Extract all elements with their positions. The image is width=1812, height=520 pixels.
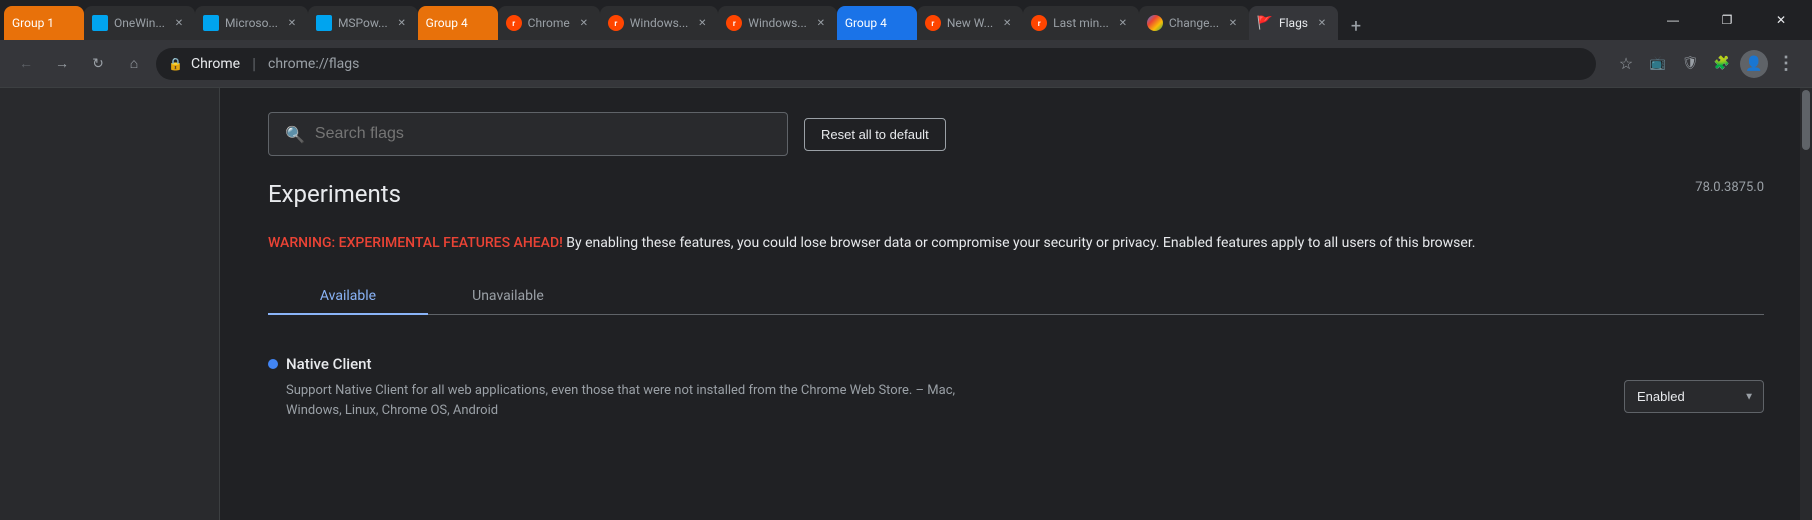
bookmark-icon[interactable]: ☆ — [1612, 50, 1640, 78]
site-name: Chrome — [191, 56, 240, 72]
version-text: 78.0.3875.0 — [1695, 180, 1764, 195]
puzzle-icon[interactable]: 🧩 — [1708, 50, 1736, 78]
tabs-bar: Group 1 OneWin... ✕ Microso... ✕ MSPow..… — [4, 0, 1808, 40]
scrollbar-track[interactable] — [1800, 88, 1812, 520]
reset-button[interactable]: Reset all to default — [804, 118, 946, 151]
close-button[interactable]: ✕ — [1758, 4, 1804, 36]
address-bar[interactable]: 🔒 Chrome | chrome://flags — [156, 48, 1596, 80]
tab-lastmin-label: Last min... — [1053, 16, 1109, 30]
reddit-favicon-3: r — [726, 15, 742, 31]
tab-windows1[interactable]: r Windows... ✕ — [600, 6, 719, 40]
tabs-nav: Available Unavailable — [268, 278, 1764, 315]
tab-change[interactable]: Change... ✕ — [1139, 6, 1249, 40]
tab-change-label: Change... — [1169, 16, 1219, 30]
tab-windows1-close[interactable]: ✕ — [694, 15, 710, 31]
search-bar[interactable]: 🔍 — [268, 112, 788, 156]
tab-neww[interactable]: r New W... ✕ — [917, 6, 1023, 40]
shield-icon[interactable]: 🛡 — [1676, 50, 1704, 78]
tab-lastmin[interactable]: r Last min... ✕ — [1023, 6, 1139, 40]
reddit-favicon-2: r — [608, 15, 624, 31]
tab-group4-orange-label: Group 4 — [426, 16, 490, 30]
home-button[interactable]: ⌂ — [120, 50, 148, 78]
flag-title: Native Client — [286, 355, 371, 373]
reddit-favicon: r — [506, 15, 522, 31]
tab-available[interactable]: Available — [268, 278, 428, 314]
tab-flags-label: Flags — [1279, 16, 1308, 30]
content-area: 🔍 Reset all to default Experiments 78.0.… — [220, 88, 1812, 520]
warning-text: By enabling these features, you could lo… — [566, 235, 1475, 251]
sidebar — [0, 88, 220, 520]
tab-flags-close[interactable]: ✕ — [1314, 15, 1330, 31]
tab-unavailable[interactable]: Unavailable — [428, 278, 588, 314]
tab-neww-close[interactable]: ✕ — [999, 15, 1015, 31]
search-row: 🔍 Reset all to default — [268, 112, 1764, 156]
toolbar-icons: ☆ 📺 🛡 🧩 👤 ⋮ — [1612, 50, 1800, 78]
flag-favicon: 🚩 — [1257, 15, 1273, 31]
tab-onewin-label: OneWin... — [114, 16, 165, 30]
address-bar-row: ← → ↻ ⌂ 🔒 Chrome | chrome://flags ☆ 📺 🛡 … — [0, 40, 1812, 88]
flag-dot — [268, 359, 278, 369]
ms-favicon — [92, 15, 108, 31]
scrollbar-thumb[interactable] — [1802, 90, 1810, 150]
tab-chrome-label: Chrome — [528, 16, 570, 30]
tab-windows1-label: Windows... — [630, 16, 689, 30]
menu-icon[interactable]: ⋮ — [1772, 50, 1800, 78]
warning-text-red: WARNING: EXPERIMENTAL FEATURES AHEAD! — [268, 235, 563, 251]
secure-icon: 🔒 — [168, 57, 183, 71]
minimize-button[interactable]: — — [1650, 4, 1696, 36]
window-controls: — ❐ ✕ — [1650, 0, 1804, 40]
flag-title-row: Native Client — [268, 355, 1764, 373]
tab-onewin[interactable]: OneWin... ✕ — [84, 6, 195, 40]
tab-microsoc[interactable]: Microso... ✕ — [195, 6, 308, 40]
search-input[interactable] — [315, 125, 771, 143]
tab-mspow[interactable]: MSPow... ✕ — [308, 6, 418, 40]
avatar-icon[interactable]: 👤 — [1740, 50, 1768, 78]
flag-select-wrapper[interactable]: Default Enabled Disabled — [1624, 380, 1764, 413]
tab-neww-label: New W... — [947, 16, 993, 30]
tab-group4-blue-label: Group 4 — [845, 16, 909, 30]
maximize-button[interactable]: ❐ — [1704, 4, 1750, 36]
ms-favicon-3 — [316, 15, 332, 31]
address-separator: | — [252, 54, 256, 73]
tab-lastmin-close[interactable]: ✕ — [1115, 15, 1131, 31]
tab-flags[interactable]: 🚩 Flags ✕ — [1249, 6, 1338, 40]
tab-group4-blue[interactable]: Group 4 — [837, 6, 917, 40]
address-url: chrome://flags — [268, 56, 359, 72]
tab-group1-label: Group 1 — [12, 16, 76, 30]
tab-windows2-close[interactable]: ✕ — [813, 15, 829, 31]
tab-chrome-close[interactable]: ✕ — [576, 15, 592, 31]
cast-icon[interactable]: 📺 — [1644, 50, 1672, 78]
tab-group4-orange[interactable]: Group 4 — [418, 6, 498, 40]
main-content: 🔍 Reset all to default Experiments 78.0.… — [0, 88, 1812, 520]
reddit-favicon-4: r — [925, 15, 941, 31]
title-bar: Group 1 OneWin... ✕ Microso... ✕ MSPow..… — [0, 0, 1812, 40]
warning-section: WARNING: EXPERIMENTAL FEATURES AHEAD! By… — [268, 232, 1764, 254]
color-favicon — [1147, 15, 1163, 31]
title-row: Experiments 78.0.3875.0 — [268, 180, 1764, 216]
flag-select[interactable]: Default Enabled Disabled — [1624, 380, 1764, 413]
ms-favicon-2 — [203, 15, 219, 31]
back-button[interactable]: ← — [12, 50, 40, 78]
tab-windows2[interactable]: r Windows... ✕ — [718, 6, 837, 40]
tab-mspow-close[interactable]: ✕ — [394, 15, 410, 31]
page-title: Experiments — [268, 180, 401, 208]
flag-item-native-client: Native Client Support Native Client for … — [268, 339, 1764, 429]
tab-chrome-reddit[interactable]: r Chrome ✕ — [498, 6, 600, 40]
tab-change-close[interactable]: ✕ — [1225, 15, 1241, 31]
reload-button[interactable]: ↻ — [84, 50, 112, 78]
tab-mspow-label: MSPow... — [338, 16, 388, 30]
tab-onewin-close[interactable]: ✕ — [171, 15, 187, 31]
tab-group1[interactable]: Group 1 — [4, 6, 84, 40]
forward-button[interactable]: → — [48, 50, 76, 78]
new-tab-button[interactable]: + — [1342, 12, 1370, 40]
reddit-favicon-5: r — [1031, 15, 1047, 31]
tab-microsoc-close[interactable]: ✕ — [284, 15, 300, 31]
tab-windows2-label: Windows... — [748, 16, 807, 30]
search-icon: 🔍 — [285, 125, 305, 144]
tab-microsoc-label: Microso... — [225, 16, 278, 30]
